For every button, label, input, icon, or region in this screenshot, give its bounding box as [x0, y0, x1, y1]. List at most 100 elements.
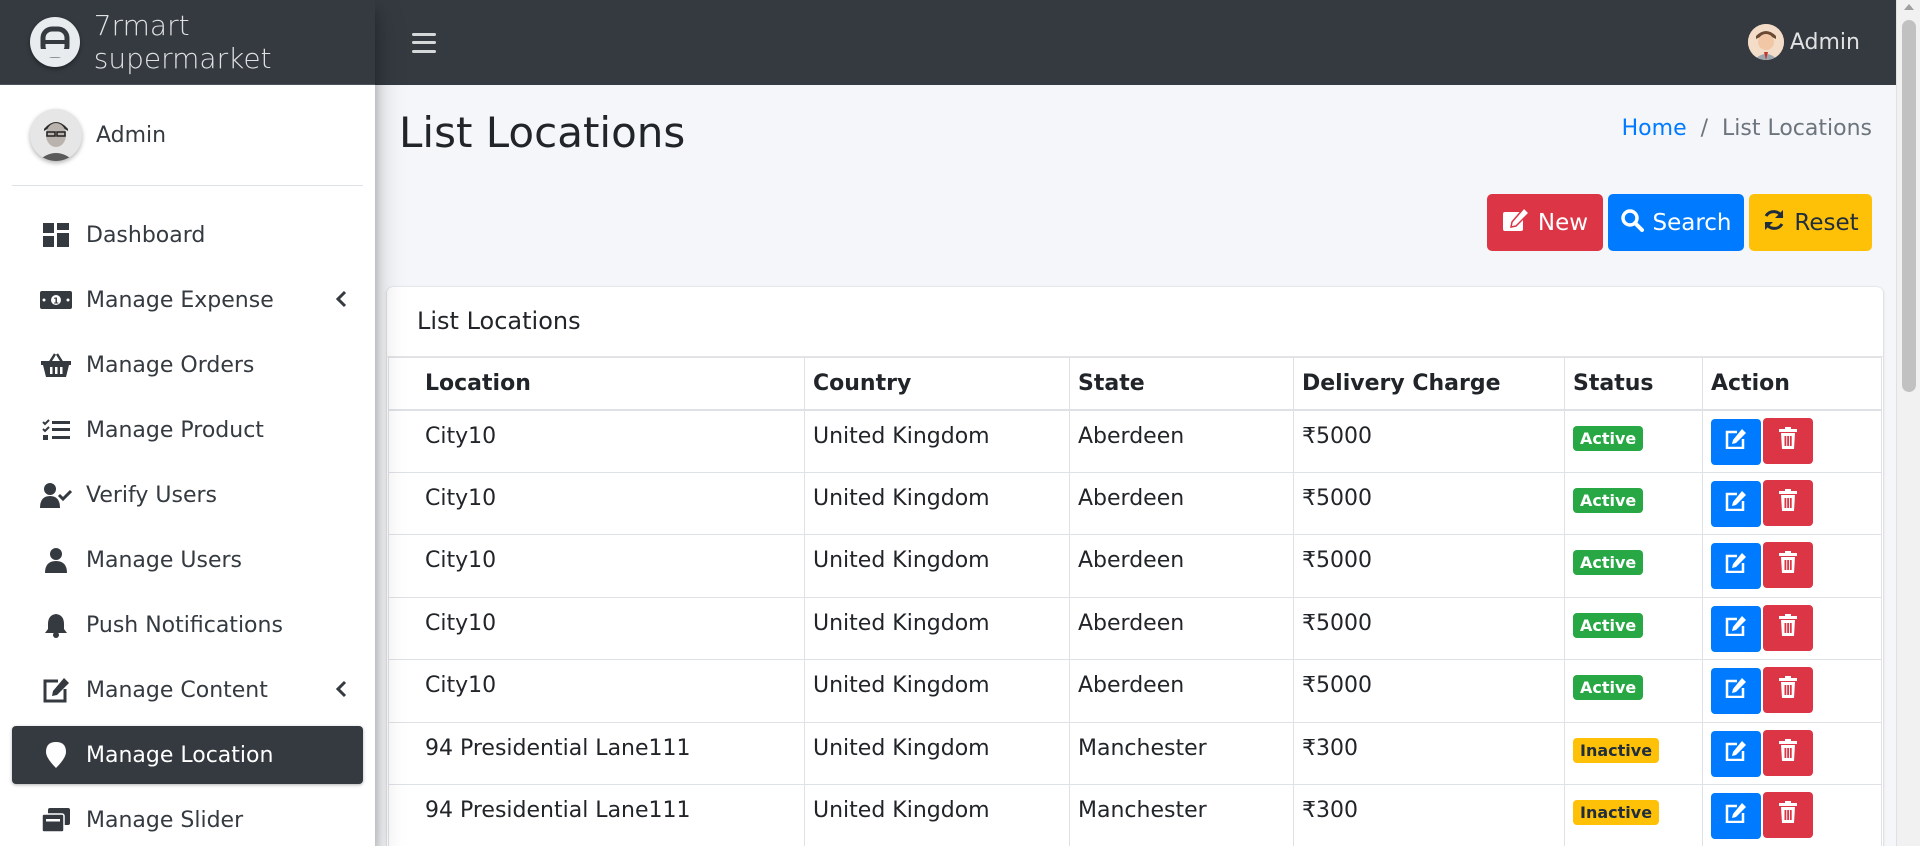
sidebar-item-manage-location[interactable]: Manage Location	[12, 726, 363, 784]
column-header-country: Country	[804, 357, 1070, 411]
search-button[interactable]: Search	[1608, 194, 1744, 251]
sidebar-nav: Dashboard 1 Manage Expense Manage Orders…	[0, 206, 375, 846]
sidebar-item-manage-expense[interactable]: 1 Manage Expense	[12, 271, 363, 329]
table-row: City10 United Kingdom Aberdeen ₹5000 Active	[388, 534, 1882, 598]
edit-row-button[interactable]	[1711, 543, 1761, 589]
sidebar-item-label: Manage Location	[86, 742, 274, 768]
delete-row-button[interactable]	[1763, 604, 1813, 651]
sidebar-item-manage-orders[interactable]: Manage Orders	[12, 336, 363, 394]
edit-row-button[interactable]	[1711, 730, 1761, 777]
cell-status: Active	[1564, 659, 1703, 723]
edit-row-button[interactable]	[1711, 418, 1761, 465]
sidebar-item-manage-product[interactable]: Manage Product	[12, 401, 363, 459]
sidebar-item-verify-users[interactable]: Verify Users	[12, 466, 363, 524]
table-header-row: Location Country State Delivery Charge S…	[388, 357, 1882, 411]
edit-icon	[1725, 615, 1747, 642]
breadcrumb: Home / List Locations	[1622, 116, 1872, 141]
edit-icon	[1725, 428, 1747, 455]
breadcrumb-current: List Locations	[1722, 116, 1872, 141]
cell-country: United Kingdom	[804, 409, 1070, 473]
edit-row-button[interactable]	[1711, 480, 1761, 527]
cell-location: City10	[388, 471, 805, 535]
brand-logo-icon	[30, 17, 80, 67]
edit-row-button[interactable]	[1711, 605, 1761, 652]
chevron-left-icon	[335, 679, 347, 704]
cell-country: United Kingdom	[804, 721, 1070, 785]
map-marker-icon	[40, 741, 72, 769]
trash-icon	[1779, 426, 1797, 455]
page-scrollbar[interactable]	[1896, 0, 1920, 846]
cell-location: 94 Presidential Lane111	[388, 721, 805, 785]
sidebar-item-label: Dashboard	[86, 222, 206, 248]
basket-icon	[40, 351, 72, 379]
table-row: 94 Presidential Lane111 United Kingdom Man…	[388, 721, 1882, 785]
cell-delivery-charge: ₹5000	[1293, 596, 1565, 660]
sidebar-item-push-notifications[interactable]: Push Notifications	[12, 596, 363, 654]
cell-action	[1702, 659, 1882, 723]
cell-state: Aberdeen	[1069, 659, 1294, 723]
edit-row-button[interactable]	[1711, 668, 1761, 714]
status-badge[interactable]: Inactive	[1573, 737, 1660, 763]
bell-icon	[40, 611, 72, 639]
table-row: City10 United Kingdom Aberdeen ₹5000 Active	[388, 409, 1882, 473]
delete-row-button[interactable]	[1763, 479, 1813, 526]
reset-button[interactable]: Reset	[1749, 194, 1872, 251]
cell-country: United Kingdom	[804, 534, 1070, 598]
images-icon	[40, 806, 72, 834]
new-button[interactable]: New	[1487, 194, 1603, 251]
cell-state: Aberdeen	[1069, 471, 1294, 535]
delete-row-button[interactable]	[1763, 792, 1813, 838]
card-title: List Locations	[387, 287, 1883, 357]
cell-status: Active	[1564, 471, 1703, 535]
sidebar-item-dashboard[interactable]: Dashboard	[12, 206, 363, 264]
cell-action	[1702, 409, 1882, 473]
cell-country: United Kingdom	[804, 659, 1070, 723]
chevron-left-icon	[335, 289, 347, 314]
menu-toggle-icon[interactable]	[409, 30, 439, 56]
sidebar-item-manage-slider[interactable]: Manage Slider	[12, 791, 363, 846]
edit-icon	[1725, 490, 1747, 517]
delete-row-button[interactable]	[1763, 729, 1813, 776]
top-user-menu[interactable]: Admin	[1747, 24, 1860, 60]
cell-status: Inactive	[1564, 721, 1703, 785]
edit-row-button[interactable]	[1711, 793, 1761, 839]
status-badge[interactable]: Active	[1573, 612, 1644, 638]
edit-icon	[1725, 678, 1747, 704]
delete-row-button[interactable]	[1763, 417, 1813, 464]
edit-icon	[1502, 206, 1530, 238]
trash-icon	[1779, 488, 1797, 517]
scrollbar-thumb[interactable]	[1902, 20, 1916, 392]
table-body: City10 United Kingdom Aberdeen ₹5000 Active C…	[388, 409, 1882, 846]
cell-action	[1702, 596, 1882, 660]
column-header-location: Location	[388, 357, 805, 411]
table-row: City10 United Kingdom Aberdeen ₹5000 Active	[388, 596, 1882, 660]
status-badge[interactable]: Active	[1573, 487, 1644, 513]
cell-location: City10	[388, 596, 805, 660]
reset-button-label: Reset	[1794, 209, 1859, 236]
column-header-action: Action	[1702, 357, 1882, 411]
top-user-name: Admin	[1789, 29, 1860, 55]
sidebar: 7rmart supermarket Admin Dashboard 1 Man…	[0, 0, 375, 846]
status-badge[interactable]: Active	[1573, 550, 1644, 575]
scroll-up-arrow-icon[interactable]	[1904, 4, 1914, 10]
brand-link[interactable]: 7rmart supermarket	[0, 0, 375, 85]
sidebar-item-manage-users[interactable]: Manage Users	[12, 531, 363, 589]
dashboard-icon	[40, 221, 72, 249]
edit-icon	[1725, 803, 1747, 829]
status-badge[interactable]: Inactive	[1573, 800, 1660, 825]
trash-icon	[1779, 551, 1797, 579]
cell-action	[1702, 534, 1882, 598]
top-navbar: Admin	[375, 0, 1896, 85]
sidebar-user-panel[interactable]: Admin	[12, 85, 363, 186]
sidebar-item-manage-content[interactable]: Manage Content	[12, 661, 363, 719]
breadcrumb-home-link[interactable]: Home	[1622, 116, 1687, 141]
status-badge[interactable]: Active	[1573, 675, 1644, 700]
edit-icon	[1725, 553, 1747, 579]
sidebar-item-label: Manage Slider	[86, 807, 244, 833]
status-badge[interactable]: Active	[1573, 425, 1644, 451]
delete-row-button[interactable]	[1763, 542, 1813, 588]
list-check-icon	[40, 416, 72, 444]
trash-icon	[1779, 676, 1797, 704]
sidebar-item-label: Manage Expense	[86, 287, 274, 313]
delete-row-button[interactable]	[1763, 667, 1813, 713]
